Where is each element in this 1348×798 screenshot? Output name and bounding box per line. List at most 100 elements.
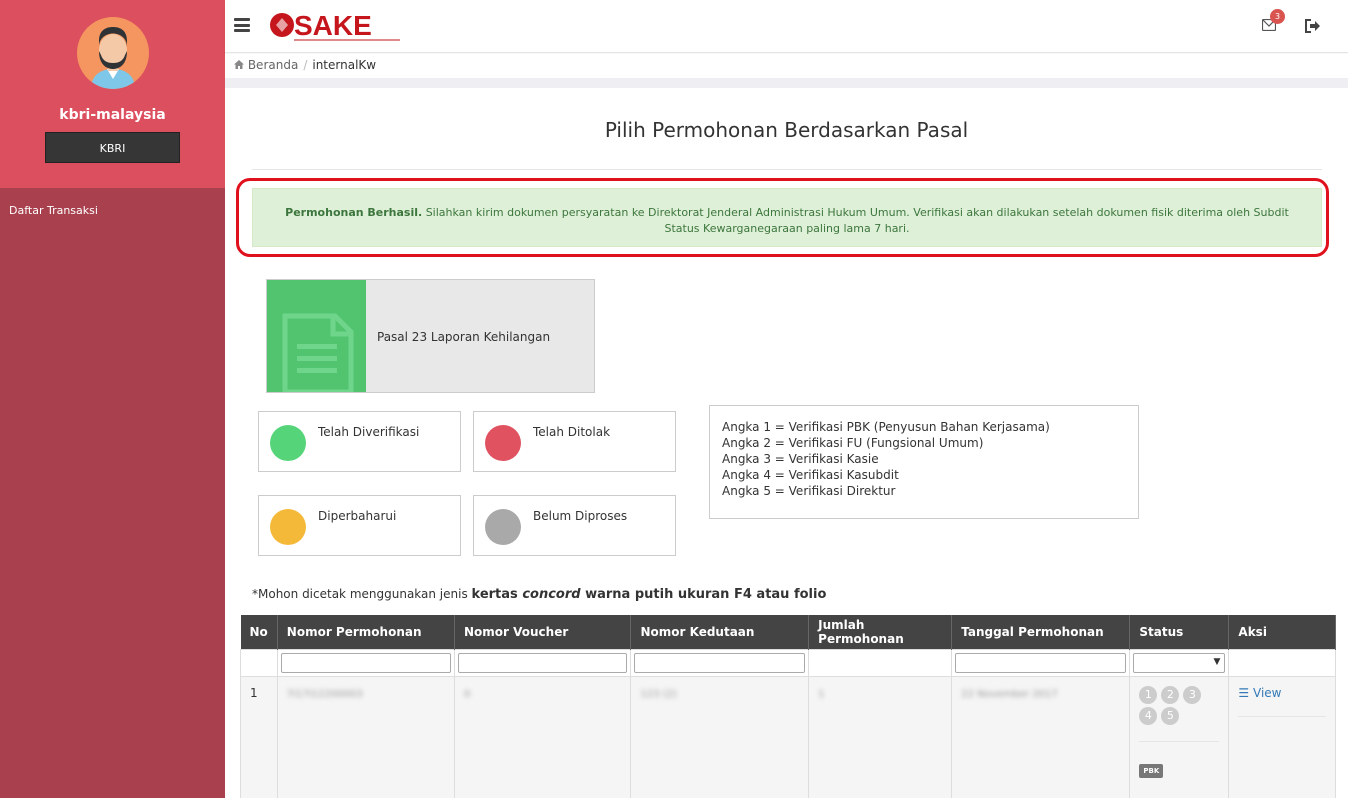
cell-status: 1 2 3 4 5 PBK — [1129, 675, 1230, 798]
sake-logo: SAKE — [268, 9, 408, 45]
th-no[interactable]: No — [240, 615, 278, 649]
breadcrumb-band — [225, 78, 1348, 88]
cell-nomor-permohonan: 7I17I12200003 — [276, 675, 456, 798]
status-step: 3 — [1183, 685, 1202, 704]
blurred-value: 0 — [464, 688, 471, 700]
legend-verified: Telah Diverifikasi — [258, 411, 461, 472]
svg-text:SAKE: SAKE — [294, 10, 372, 41]
th-tanggal-permohonan[interactable]: Tanggal Permohonan — [951, 615, 1131, 649]
hamburger-menu-icon[interactable] — [234, 18, 250, 32]
th-nomor-kedutaan[interactable]: Nomor Kedutaan — [630, 615, 810, 649]
legend-label: Diperbaharui — [318, 509, 397, 523]
th-status[interactable]: Status — [1129, 615, 1230, 649]
legend-dot-red — [485, 425, 521, 461]
filter-cell — [1129, 648, 1230, 677]
cell-nomor-voucher: 0 — [453, 675, 632, 798]
legend-rejected: Telah Ditolak — [473, 411, 676, 472]
status-tag-badge: PBK — [1139, 763, 1164, 778]
filter-cell — [453, 648, 632, 677]
cell-no: 1 — [240, 675, 278, 798]
card-document-panel — [267, 280, 366, 395]
cell-tanggal: 22 November 2017 — [951, 675, 1131, 798]
th-aksi: Aksi — [1228, 615, 1336, 649]
list-icon: ☰ — [1238, 685, 1250, 700]
status-step: 1 — [1139, 685, 1158, 704]
view-label: View — [1253, 685, 1282, 700]
note-prefix: *Mohon dicetak menggunakan jenis — [252, 587, 472, 601]
filter-nomor-kedutaan-input[interactable] — [634, 652, 806, 673]
table-header-row: No Nomor Permohonan Nomor Voucher Nomor … — [240, 615, 1336, 649]
cell-aksi: ☰ View — [1228, 675, 1336, 798]
th-nomor-voucher[interactable]: Nomor Voucher — [454, 615, 632, 649]
logout-icon[interactable] — [1305, 19, 1321, 33]
legend-not-processed: Belum Diproses — [473, 495, 676, 556]
document-icon — [282, 313, 354, 395]
sidebar: kbri-malaysia KBRI Daftar Transaksi — [0, 0, 225, 798]
filter-cell — [630, 648, 810, 677]
blurred-value: 7I17I12200003 — [286, 688, 363, 700]
filter-nomor-permohonan-input[interactable] — [280, 652, 451, 673]
filter-status-select[interactable] — [1133, 652, 1226, 673]
status-step: 2 — [1161, 685, 1180, 704]
filter-cell — [276, 648, 456, 677]
info-line: Angka 4 = Verifikasi Kasubdit — [722, 468, 899, 482]
th-jumlah-permohonan[interactable]: Jumlah Permohonan — [808, 615, 953, 649]
th-nomor-permohonan[interactable]: Nomor Permohonan — [277, 615, 456, 649]
cell-nomor-kedutaan: 123 (2) — [630, 675, 810, 798]
filter-nomor-voucher-input[interactable] — [458, 652, 628, 673]
breadcrumb: Beranda / internalKw — [225, 54, 1348, 78]
status-steps: 1 2 3 4 5 — [1139, 685, 1219, 725]
sidebar-profile: kbri-malaysia KBRI — [0, 0, 225, 188]
print-note: *Mohon dicetak menggunakan jenis kertas … — [252, 587, 826, 602]
status-divider — [1139, 740, 1220, 742]
verification-info-box: Angka 1 = Verifikasi PBK (Penyusun Bahan… — [709, 405, 1139, 519]
blurred-value: 22 November 2017 — [961, 688, 1058, 700]
sidebar-item-daftar-transaksi[interactable]: Daftar Transaksi — [9, 204, 98, 217]
alert-strong: Permohonan Berhasil. — [285, 206, 423, 219]
legend-dot-green — [270, 425, 306, 461]
success-alert: Permohonan Berhasil. Silahkan kirim doku… — [252, 188, 1322, 247]
note-bold-2: warna putih ukuran F4 atau folio — [580, 587, 827, 602]
legend-label: Telah Ditolak — [533, 425, 611, 439]
mail-count-badge: 3 — [1270, 9, 1285, 24]
transactions-table: No Nomor Permohonan Nomor Voucher Nomor … — [240, 615, 1336, 798]
breadcrumb-current: internalKw — [312, 58, 377, 72]
breadcrumb-home-link[interactable]: Beranda — [248, 58, 298, 72]
filter-tanggal-input[interactable] — [955, 652, 1127, 673]
title-divider — [252, 169, 1322, 170]
user-avatar-icon — [77, 17, 149, 89]
legend-updated: Diperbaharui — [258, 495, 461, 556]
status-step: 5 — [1161, 706, 1180, 725]
legend-label: Belum Diproses — [533, 509, 628, 523]
legend-dot-yellow — [270, 509, 306, 545]
legend-label: Telah Diverifikasi — [318, 425, 420, 439]
page-title: Pilih Permohonan Berdasarkan Pasal — [604, 118, 969, 142]
card-label: Pasal 23 Laporan Kehilangan — [377, 330, 551, 344]
info-line: Angka 5 = Verifikasi Direktur — [722, 484, 896, 498]
note-bold-italic: concord — [522, 587, 581, 602]
breadcrumb-separator: / — [303, 58, 308, 72]
blurred-value: 1 — [818, 688, 825, 700]
filter-cell — [951, 648, 1131, 677]
table-row: 1 7I17I12200003 0 123 (2) 1 22 November … — [240, 675, 1336, 798]
top-header: SAKE 3 — [225, 0, 1348, 53]
aksi-divider — [1238, 715, 1326, 717]
filter-row — [240, 648, 1336, 677]
note-bold-1: kertas — [471, 587, 523, 602]
role-button[interactable]: KBRI — [45, 132, 180, 163]
pasal-card[interactable]: Pasal 23 Laporan Kehilangan — [266, 279, 595, 395]
info-line: Angka 3 = Verifikasi Kasie — [722, 452, 879, 466]
legend-dot-gray — [485, 509, 521, 545]
view-link[interactable]: ☰ View — [1238, 686, 1281, 700]
blurred-value: 123 (2) — [640, 688, 677, 700]
filter-cell — [808, 648, 953, 677]
cell-jumlah: 1 — [808, 675, 953, 798]
home-icon — [234, 58, 248, 72]
filter-cell — [1228, 648, 1336, 677]
status-step: 4 — [1139, 706, 1158, 725]
info-line: Angka 1 = Verifikasi PBK (Penyusun Bahan… — [722, 420, 1050, 434]
filter-cell — [240, 648, 278, 677]
username: kbri-malaysia — [59, 107, 166, 123]
info-line: Angka 2 = Verifikasi FU (Fungsional Umum… — [722, 436, 984, 450]
alert-message: Silahkan kirim dokumen persyaratan ke Di… — [422, 206, 1289, 235]
